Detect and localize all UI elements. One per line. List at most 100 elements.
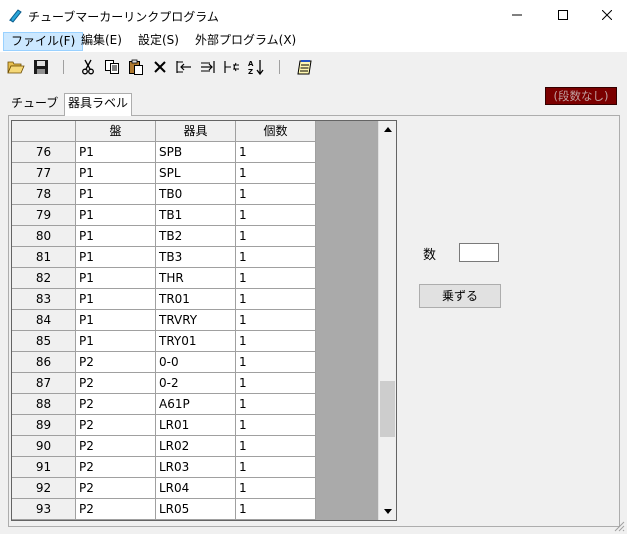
panel-cell[interactable]: P1: [76, 205, 156, 226]
device-cell[interactable]: SPB: [156, 142, 236, 163]
panel-cell[interactable]: P2: [76, 373, 156, 394]
panel-cell[interactable]: P2: [76, 499, 156, 520]
maximize-button[interactable]: [540, 0, 586, 30]
panel-cell[interactable]: P2: [76, 352, 156, 373]
count-cell[interactable]: 1: [236, 268, 316, 289]
count-cell[interactable]: 1: [236, 373, 316, 394]
table-row[interactable]: 76 P1 SPB 1: [12, 142, 316, 163]
panel-cell[interactable]: P1: [76, 268, 156, 289]
count-cell[interactable]: 1: [236, 478, 316, 499]
panel-cell[interactable]: P1: [76, 163, 156, 184]
device-cell[interactable]: TR01: [156, 289, 236, 310]
count-cell[interactable]: 1: [236, 184, 316, 205]
sort-button[interactable]: A Z: [246, 57, 266, 77]
table-row[interactable]: 88 P2 A61P 1: [12, 394, 316, 415]
panel-cell[interactable]: P1: [76, 289, 156, 310]
table-row[interactable]: 80 P1 TB2 1: [12, 226, 316, 247]
panel-cell[interactable]: P2: [76, 436, 156, 457]
scroll-down-button[interactable]: [379, 503, 396, 520]
copy-button[interactable]: [102, 57, 122, 77]
table-row[interactable]: 92 P2 LR04 1: [12, 478, 316, 499]
panel-cell[interactable]: P1: [76, 331, 156, 352]
count-cell[interactable]: 1: [236, 499, 316, 520]
delete-row-button[interactable]: [222, 57, 242, 77]
table-row[interactable]: 78 P1 TB0 1: [12, 184, 316, 205]
scroll-thumb[interactable]: [380, 381, 395, 437]
count-cell[interactable]: 1: [236, 247, 316, 268]
table-row[interactable]: 86 P2 0-0 1: [12, 352, 316, 373]
device-cell[interactable]: LR02: [156, 436, 236, 457]
delete-button[interactable]: [150, 57, 170, 77]
table-row[interactable]: 87 P2 0-2 1: [12, 373, 316, 394]
table-row[interactable]: 77 P1 SPL 1: [12, 163, 316, 184]
menu-external-program[interactable]: 外部プログラム(X): [188, 32, 303, 51]
panel-cell[interactable]: P1: [76, 226, 156, 247]
panel-cell[interactable]: P1: [76, 184, 156, 205]
device-cell[interactable]: A61P: [156, 394, 236, 415]
table-row[interactable]: 90 P2 LR02 1: [12, 436, 316, 457]
device-cell[interactable]: THR: [156, 268, 236, 289]
paste-button[interactable]: [126, 57, 146, 77]
append-row-button[interactable]: [198, 57, 218, 77]
count-cell[interactable]: 1: [236, 436, 316, 457]
tab-device-label[interactable]: 器具ラベル: [64, 93, 133, 116]
table-row[interactable]: 91 P2 LR03 1: [12, 457, 316, 478]
panel-cell[interactable]: P2: [76, 457, 156, 478]
count-cell[interactable]: 1: [236, 352, 316, 373]
table-row[interactable]: 89 P2 LR01 1: [12, 415, 316, 436]
menu-edit[interactable]: 編集(E): [74, 32, 129, 51]
count-cell[interactable]: 1: [236, 289, 316, 310]
table-row[interactable]: 81 P1 TB3 1: [12, 247, 316, 268]
count-cell[interactable]: 1: [236, 163, 316, 184]
save-button[interactable]: [31, 57, 51, 77]
device-cell[interactable]: 0-2: [156, 373, 236, 394]
menu-settings[interactable]: 設定(S): [131, 32, 186, 51]
device-cell[interactable]: LR05: [156, 499, 236, 520]
device-cell[interactable]: LR03: [156, 457, 236, 478]
tab-tube[interactable]: チューブ: [8, 94, 61, 115]
device-cell[interactable]: TRY01: [156, 331, 236, 352]
count-cell[interactable]: 1: [236, 226, 316, 247]
column-header-panel[interactable]: 盤: [76, 121, 156, 142]
count-cell[interactable]: 1: [236, 415, 316, 436]
count-cell[interactable]: 1: [236, 310, 316, 331]
device-cell[interactable]: LR04: [156, 478, 236, 499]
table-row[interactable]: 85 P1 TRY01 1: [12, 331, 316, 352]
count-cell[interactable]: 1: [236, 142, 316, 163]
insert-row-button[interactable]: [174, 57, 194, 77]
count-cell[interactable]: 1: [236, 394, 316, 415]
panel-cell[interactable]: P1: [76, 142, 156, 163]
panel-cell[interactable]: P1: [76, 310, 156, 331]
menu-file[interactable]: ファイル(F): [3, 32, 84, 51]
table-row[interactable]: 82 P1 THR 1: [12, 268, 316, 289]
count-input[interactable]: [459, 243, 499, 262]
panel-cell[interactable]: P2: [76, 394, 156, 415]
panel-cell[interactable]: P2: [76, 478, 156, 499]
panel-cell[interactable]: P2: [76, 415, 156, 436]
minimize-button[interactable]: [494, 0, 540, 30]
cut-button[interactable]: [78, 57, 98, 77]
resize-grip-icon[interactable]: [612, 519, 625, 532]
open-button[interactable]: [6, 57, 26, 77]
scroll-up-button[interactable]: [379, 121, 396, 138]
device-cell[interactable]: LR01: [156, 415, 236, 436]
close-button[interactable]: [586, 0, 627, 30]
notepad-button[interactable]: [295, 57, 315, 77]
table-row[interactable]: 79 P1 TB1 1: [12, 205, 316, 226]
count-cell[interactable]: 1: [236, 457, 316, 478]
table-row[interactable]: 93 P2 LR05 1: [12, 499, 316, 520]
column-header-count[interactable]: 個数: [236, 121, 316, 142]
table-row[interactable]: 84 P1 TRVRY 1: [12, 310, 316, 331]
multiply-button[interactable]: 乗ずる: [419, 284, 501, 308]
device-cell[interactable]: 0-0: [156, 352, 236, 373]
device-cell[interactable]: TB1: [156, 205, 236, 226]
device-cell[interactable]: SPL: [156, 163, 236, 184]
device-cell[interactable]: TB3: [156, 247, 236, 268]
device-cell[interactable]: TB2: [156, 226, 236, 247]
device-label-grid[interactable]: 盤 器具 個数 76 P1 SPB 1 77 P1 SPL 1 78 P1 TB0 1 79 P1 TB1 1…: [11, 120, 397, 521]
count-cell[interactable]: 1: [236, 331, 316, 352]
device-cell[interactable]: TB0: [156, 184, 236, 205]
device-cell[interactable]: TRVRY: [156, 310, 236, 331]
column-header-device[interactable]: 器具: [156, 121, 236, 142]
panel-cell[interactable]: P1: [76, 247, 156, 268]
